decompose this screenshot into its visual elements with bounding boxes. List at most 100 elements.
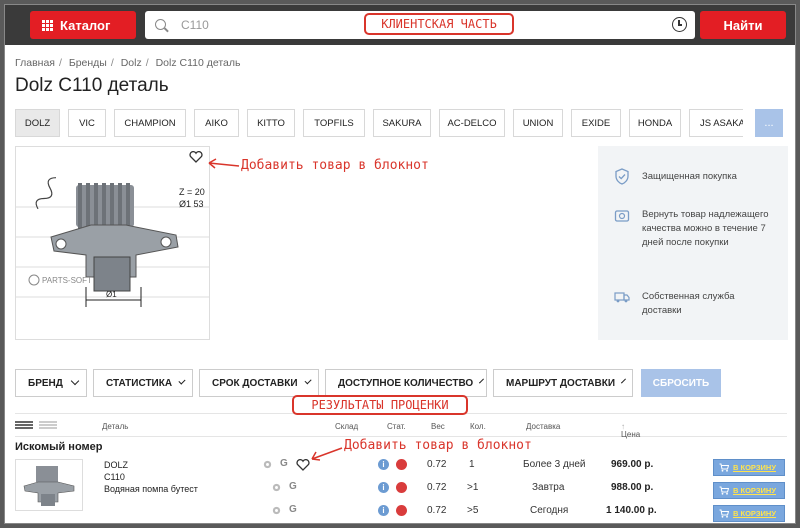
annotation-client-part: КЛИЕНТСКАЯ ЧАСТЬ [364,13,514,35]
brand-chip-topfils[interactable]: TOPFILS [303,109,365,137]
header-weight: Вес [431,422,445,431]
row-weight: 0.72 [427,459,447,470]
brand-chip-honda[interactable]: HONDA [629,109,681,137]
g-icon[interactable]: G [289,481,297,492]
part-name: Водяная помпа бутест [104,484,198,494]
brand-chip-exide[interactable]: EXIDE [571,109,621,137]
list-view-icon[interactable] [15,421,33,429]
add-to-cart-button[interactable]: В КОРЗИНУ [713,505,785,522]
filter-statistics[interactable]: СТАТИСТИКА [93,369,193,397]
part-thumbnail[interactable] [15,459,83,511]
chevron-down-icon [304,377,312,385]
search-input-value: C110 [181,18,209,32]
info-text: Собственная служба доставки [642,291,735,316]
row-price: 1 140.00 р. [606,505,657,516]
heart-icon[interactable] [296,459,310,471]
brand-chip-ac-delco[interactable]: AC-DELCO [439,109,505,137]
header-price[interactable]: Цена ↑ [621,422,640,439]
page-title: Dolz C110 деталь [15,75,169,96]
return-icon [614,210,630,222]
section-label: Искомый номер [15,441,103,453]
breadcrumb-brands[interactable]: Бренды [69,57,107,69]
results-table-header: Деталь Склад Стат. Вес Кол. Доставка Цен… [15,413,787,439]
info-protected-purchase: Защищенная покупка [614,168,737,185]
header-stat: Стат. [387,422,406,431]
filter-label: СТАТИСТИКА [106,377,173,389]
reset-filters-button[interactable]: СБРОСИТЬ [641,369,721,397]
info-return: Вернуть товар надлежащего качества можно… [614,208,772,250]
heart-icon[interactable] [189,151,203,163]
part-brand[interactable]: DOLZ [104,459,198,471]
catalog-button-label: Каталог [60,17,111,33]
row-weight: 0.72 [427,482,447,493]
info-text: Вернуть товар надлежащего качества можно… [642,209,769,248]
info-icon[interactable]: i [378,459,389,470]
brand-chip-sakura[interactable]: SAKURA [373,109,431,137]
info-text: Защищенная покупка [642,171,737,182]
breadcrumb-home[interactable]: Главная [15,57,55,69]
breadcrumb-dolz[interactable]: Dolz [121,57,142,69]
annotation-arrow-top [208,158,240,169]
gear-icon[interactable] [262,459,273,470]
find-button-label: Найти [723,17,763,33]
row-price: 988.00 р. [611,482,654,493]
chevron-down-icon [479,378,485,384]
catalog-button[interactable]: Каталог [30,11,136,39]
add-to-cart-button[interactable]: В КОРЗИНУ [713,459,785,476]
gear-icon[interactable] [271,482,282,493]
breadcrumb-current: Dolz C110 деталь [155,57,241,69]
status-dot [396,482,407,493]
breadcrumb: Главная / Бренды / Dolz / Dolz C110 деталь [15,57,241,69]
cart-icon [719,486,729,495]
shield-icon [615,168,629,185]
header-part: Деталь [102,422,129,431]
annotation-arrow-row [311,447,343,461]
brand-chip-kitto[interactable]: KITTO [247,109,295,137]
chevron-down-icon [178,377,186,385]
header-qty: Кол. [470,422,486,431]
filter-available-qty[interactable]: ДОСТУПНОЕ КОЛИЧЕСТВО [325,369,487,397]
filter-label: МАРШРУТ ДОСТАВКИ [506,377,616,389]
cart-icon [719,509,729,518]
info-icon[interactable]: i [378,482,389,493]
find-button[interactable]: Найти [700,11,786,39]
header-delivery: Доставка [526,422,561,431]
brand-chip-dolz[interactable]: DOLZ [15,109,60,137]
add-to-cart-button[interactable]: В КОРЗИНУ [713,482,785,499]
row-delivery: Завтра [532,482,565,493]
filter-brand[interactable]: БРЕНД [15,369,87,397]
cart-icon [719,463,729,472]
annotation-results: РЕЗУЛЬТАТЫ ПРОЦЕНКИ [292,395,468,415]
info-panel: Защищенная покупка Вернуть товар надлежа… [598,146,788,340]
grid-view-icon[interactable] [39,421,57,429]
row-qty: 1 [469,459,475,470]
part-info: DOLZ C110 Водяная помпа бутест [104,459,198,495]
brand-chip-aiko[interactable]: AIKO [194,109,239,137]
row-weight: 0.72 [427,505,447,516]
water-pump-illustration: Z = 20 Ø1 53 Ø1 PARTS-SOFT [16,177,209,307]
part-number[interactable]: C110 [104,471,198,483]
brands-more-button[interactable]: ... [755,109,783,137]
top-bar: Каталог C110 Найти КЛИЕНТСКАЯ ЧАСТЬ [5,5,795,45]
brand-chip-vic[interactable]: VIC [68,109,106,137]
brand-chip-union[interactable]: UNION [513,109,563,137]
filter-label: СРОК ДОСТАВКИ [212,377,298,389]
watermark: PARTS-SOFT [42,276,92,285]
brand-chip-champion[interactable]: CHAMPION [114,109,186,137]
d1-label: Ø1 [106,290,117,299]
annotation-add-to-notebook-row: Добавить товар в блокнот [344,438,532,453]
info-icon[interactable]: i [378,505,389,516]
gear-icon[interactable] [271,505,282,516]
add-to-cart-label: В КОРЗИНУ [733,509,776,518]
diameter-label: Ø1 53 [179,199,204,209]
filter-delivery-route[interactable]: МАРШРУТ ДОСТАВКИ [493,369,633,397]
g-icon[interactable]: G [289,504,297,515]
g-icon[interactable]: G [280,458,288,469]
truck-icon [614,292,630,303]
brand-chip-js-asakashi[interactable]: JS ASAKASHI [689,109,743,137]
water-pump-thumbnail [23,466,75,506]
filter-delivery-time[interactable]: СРОК ДОСТАВКИ [199,369,319,397]
page-frame: Каталог C110 Найти КЛИЕНТСКАЯ ЧАСТЬ Глав… [4,4,796,524]
history-icon[interactable] [672,17,687,32]
add-to-cart-label: В КОРЗИНУ [733,463,776,472]
